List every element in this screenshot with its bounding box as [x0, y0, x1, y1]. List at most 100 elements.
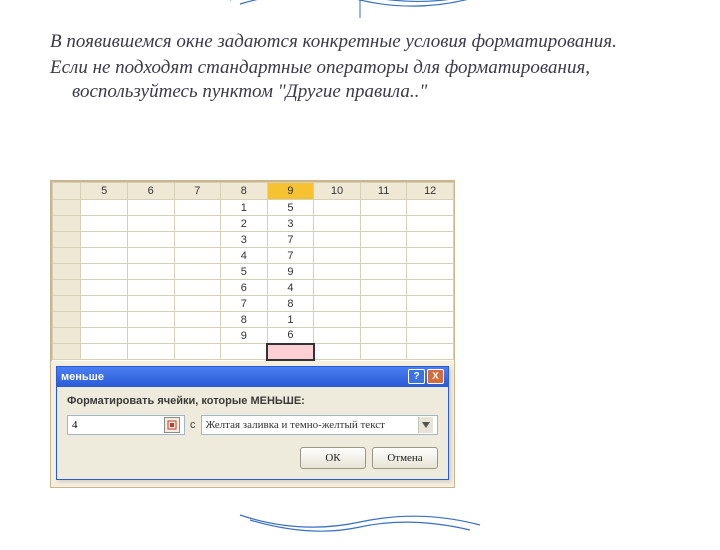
cell[interactable]: 5	[267, 200, 314, 216]
cell[interactable]	[360, 200, 407, 216]
cell[interactable]	[81, 248, 128, 264]
cell[interactable]	[174, 280, 221, 296]
dialog-help-button[interactable]: ?	[408, 369, 425, 384]
row-header[interactable]	[53, 328, 81, 344]
cell[interactable]	[360, 328, 407, 344]
cell[interactable]	[81, 200, 128, 216]
cell[interactable]	[174, 200, 221, 216]
cell[interactable]	[314, 328, 361, 344]
cell[interactable]	[360, 280, 407, 296]
cell[interactable]	[314, 200, 361, 216]
cell[interactable]	[360, 296, 407, 312]
column-header[interactable]: 6	[127, 183, 174, 200]
cell[interactable]	[314, 312, 361, 328]
cell[interactable]	[127, 280, 174, 296]
column-header[interactable]: 11	[360, 183, 407, 200]
cell[interactable]	[81, 312, 128, 328]
format-preset-select[interactable]: Желтая заливка и темно-желтый текст	[201, 415, 439, 435]
row-header[interactable]	[53, 216, 81, 232]
cell[interactable]	[314, 264, 361, 280]
cell[interactable]	[174, 312, 221, 328]
cell[interactable]	[127, 232, 174, 248]
cell[interactable]: 9	[267, 264, 314, 280]
cell[interactable]: 7	[267, 232, 314, 248]
cell[interactable]	[81, 344, 128, 360]
cell[interactable]	[407, 216, 454, 232]
threshold-input[interactable]: 4	[67, 415, 185, 435]
cell[interactable]: 7	[221, 296, 268, 312]
ok-button[interactable]: ОК	[300, 447, 366, 469]
cell[interactable]	[407, 344, 454, 360]
cell[interactable]: 3	[267, 216, 314, 232]
cell[interactable]	[174, 216, 221, 232]
cell[interactable]: 9	[221, 328, 268, 344]
row-header[interactable]	[53, 248, 81, 264]
range-picker-icon[interactable]	[164, 417, 180, 433]
cell[interactable]	[407, 312, 454, 328]
row-header[interactable]	[53, 296, 81, 312]
cell[interactable]: 1	[267, 312, 314, 328]
cell[interactable]	[314, 216, 361, 232]
column-header[interactable]: 10	[314, 183, 361, 200]
cell[interactable]: 8	[267, 296, 314, 312]
cell[interactable]	[314, 280, 361, 296]
column-header[interactable]: 5	[81, 183, 128, 200]
cell[interactable]	[314, 248, 361, 264]
cell[interactable]: 8	[221, 312, 268, 328]
cell[interactable]	[360, 232, 407, 248]
row-header[interactable]	[53, 232, 81, 248]
cell[interactable]	[127, 312, 174, 328]
cell[interactable]	[314, 296, 361, 312]
cancel-button[interactable]: Отмена	[372, 447, 438, 469]
cell[interactable]: 6	[267, 328, 314, 344]
cell[interactable]	[407, 200, 454, 216]
cell[interactable]: 6	[221, 280, 268, 296]
cell[interactable]	[407, 328, 454, 344]
cell[interactable]	[127, 296, 174, 312]
cell[interactable]	[174, 248, 221, 264]
cell[interactable]	[314, 232, 361, 248]
cell[interactable]: 5	[221, 264, 268, 280]
cell[interactable]	[127, 200, 174, 216]
cell[interactable]: 4	[221, 248, 268, 264]
cell[interactable]: 7	[267, 248, 314, 264]
cell[interactable]	[407, 280, 454, 296]
cell[interactable]	[127, 328, 174, 344]
cell[interactable]	[81, 280, 128, 296]
cell[interactable]: 1	[221, 200, 268, 216]
cell[interactable]	[360, 264, 407, 280]
cell[interactable]	[81, 296, 128, 312]
cell[interactable]	[127, 248, 174, 264]
cell[interactable]	[81, 232, 128, 248]
column-header[interactable]: 8	[221, 183, 268, 200]
cell[interactable]	[360, 312, 407, 328]
cell[interactable]	[127, 216, 174, 232]
cell[interactable]	[81, 216, 128, 232]
row-header[interactable]	[53, 280, 81, 296]
cell[interactable]	[174, 328, 221, 344]
cell[interactable]	[360, 216, 407, 232]
column-header[interactable]: 12	[407, 183, 454, 200]
cell[interactable]	[407, 232, 454, 248]
cell[interactable]	[267, 344, 314, 360]
row-header[interactable]	[53, 200, 81, 216]
cell[interactable]	[174, 232, 221, 248]
row-header[interactable]	[53, 312, 81, 328]
cell[interactable]	[127, 264, 174, 280]
cell[interactable]	[174, 344, 221, 360]
cell[interactable]: 3	[221, 232, 268, 248]
row-header[interactable]	[53, 264, 81, 280]
dialog-close-button[interactable]: X	[427, 369, 444, 384]
cell[interactable]	[221, 344, 268, 360]
cell[interactable]: 4	[267, 280, 314, 296]
cell[interactable]	[174, 264, 221, 280]
cell[interactable]	[407, 248, 454, 264]
cell[interactable]	[314, 344, 361, 360]
cell[interactable]	[174, 296, 221, 312]
cell[interactable]	[407, 296, 454, 312]
cell[interactable]	[127, 344, 174, 360]
cell[interactable]	[407, 264, 454, 280]
cell[interactable]	[360, 344, 407, 360]
cell[interactable]: 2	[221, 216, 268, 232]
cell[interactable]	[360, 248, 407, 264]
